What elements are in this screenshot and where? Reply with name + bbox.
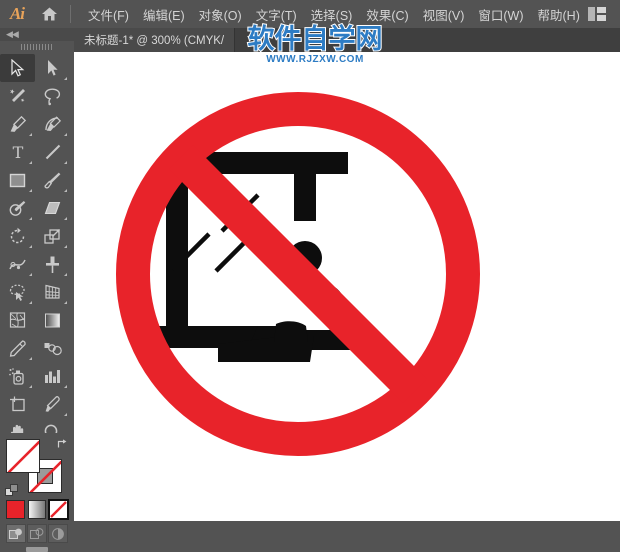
document-tab-strip: 未标题-1* @ 300% (CMYK/ — [74, 28, 620, 52]
slice-tool[interactable] — [35, 390, 70, 418]
menu-file[interactable]: 文件(F) — [81, 1, 136, 28]
magic-wand-tool[interactable] — [0, 82, 35, 110]
workspace-switcher-icon[interactable] — [582, 0, 612, 28]
tool-grid: T — [0, 53, 74, 446]
artboard-tool[interactable] — [0, 390, 35, 418]
eraser-tool[interactable] — [35, 194, 70, 222]
width-tool[interactable] — [0, 250, 35, 278]
direct-selection-tool[interactable] — [35, 54, 70, 82]
curvature-tool[interactable] — [35, 110, 70, 138]
paintbrush-tool[interactable] — [35, 166, 70, 194]
rectangle-tool[interactable] — [0, 166, 35, 194]
menu-bar: Ai 文件(F) 编辑(E) 对象(O) 文字(T) 选择(S) 效果(C) 视… — [0, 0, 620, 28]
draw-normal-button[interactable] — [6, 524, 26, 543]
toolbar-drag-grip[interactable] — [0, 41, 74, 53]
menu-effect[interactable]: 效果(C) — [359, 1, 415, 28]
free-transform-tool[interactable] — [35, 250, 70, 278]
column-graph-tool[interactable] — [35, 362, 70, 390]
gradient-swatch-button[interactable] — [27, 499, 47, 519]
menu-view[interactable]: 视图(V) — [416, 1, 472, 28]
app-logo: Ai — [9, 4, 25, 23]
eyedropper-tool[interactable] — [0, 334, 35, 362]
pen-tool[interactable] — [0, 110, 35, 138]
perspective-grid-tool[interactable] — [35, 278, 70, 306]
menu-object[interactable]: 对象(O) — [192, 1, 249, 28]
color-mode-buttons — [6, 497, 69, 521]
draw-inside-button[interactable] — [48, 524, 68, 543]
toolbar-collapse-button[interactable]: ◀◀ — [0, 28, 74, 41]
color-controls — [0, 433, 74, 552]
tools-panel: ◀◀ T — [0, 28, 75, 552]
selection-tool[interactable] — [0, 54, 35, 82]
fill-none-slash-icon — [7, 440, 39, 472]
gradient-tool[interactable] — [35, 306, 70, 334]
symbol-sprayer-tool[interactable] — [0, 362, 35, 390]
no-leaning-prohibition-sign[interactable] — [98, 74, 498, 474]
type-tool[interactable]: T — [0, 138, 35, 166]
home-icon[interactable] — [34, 0, 64, 28]
document-tab[interactable]: 未标题-1* @ 300% (CMYK/ — [74, 28, 236, 52]
toolbar-bottom-grip[interactable] — [26, 547, 48, 552]
menu-select[interactable]: 选择(S) — [304, 1, 360, 28]
mesh-tool[interactable] — [0, 306, 35, 334]
default-fill-stroke-icon[interactable] — [5, 484, 19, 498]
shaper-tool[interactable] — [0, 194, 35, 222]
illustrator-window: Ai 文件(F) 编辑(E) 对象(O) 文字(T) 选择(S) 效果(C) 视… — [0, 0, 620, 552]
swap-fill-stroke-icon[interactable] — [57, 437, 69, 449]
rotate-tool[interactable] — [0, 222, 35, 250]
menu-help[interactable]: 帮助(H) — [531, 1, 587, 28]
menu-separator — [70, 5, 71, 23]
menu-item-list: 文件(F) 编辑(E) 对象(O) 文字(T) 选择(S) 效果(C) 视图(V… — [81, 1, 587, 28]
shape-builder-tool[interactable] — [0, 278, 35, 306]
color-swatch-button[interactable] — [6, 499, 25, 519]
menu-type[interactable]: 文字(T) — [249, 1, 304, 28]
svg-text:T: T — [12, 143, 23, 161]
fill-swatch[interactable] — [6, 439, 40, 473]
scale-tool[interactable] — [35, 222, 70, 250]
blend-tool[interactable] — [35, 334, 70, 362]
lasso-tool[interactable] — [35, 82, 70, 110]
fill-stroke-group — [5, 437, 69, 498]
draw-behind-button[interactable] — [27, 524, 47, 543]
line-segment-tool[interactable] — [35, 138, 70, 166]
menu-window[interactable]: 窗口(W) — [471, 1, 530, 28]
canvas-area[interactable] — [74, 52, 620, 521]
draw-mode-buttons — [6, 524, 68, 544]
none-swatch-button[interactable] — [48, 498, 69, 520]
menu-edit[interactable]: 编辑(E) — [136, 1, 192, 28]
document-tab-title: 未标题-1* @ 300% (CMYK/ — [84, 35, 225, 47]
